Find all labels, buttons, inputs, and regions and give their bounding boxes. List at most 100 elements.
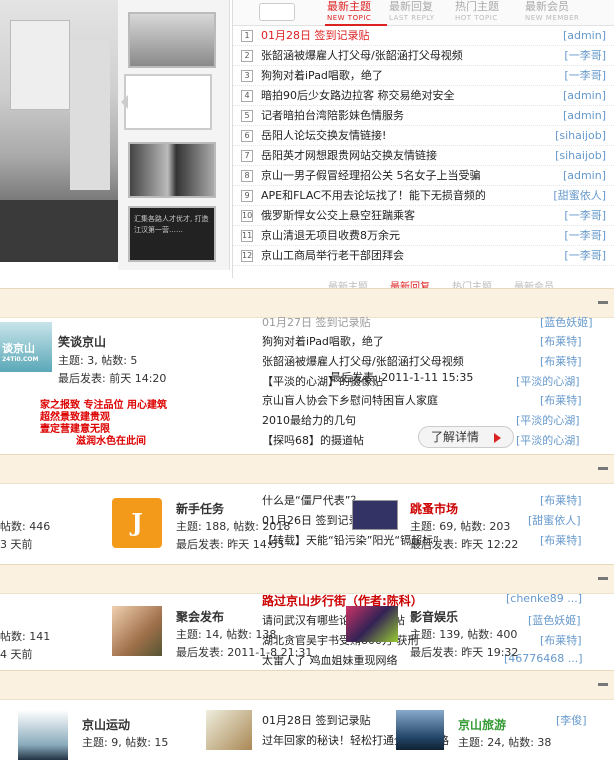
author-link[interactable]: [admin] — [563, 86, 606, 106]
forum-name[interactable]: 京山运动 — [82, 716, 130, 733]
button-label: 了解详情 — [431, 430, 480, 444]
forum-name[interactable]: 聚会发布 — [176, 608, 224, 625]
overlay-topic[interactable]: 路过京山步行街（作者:陈科） — [262, 592, 423, 609]
tab-new-member[interactable]: 最新会员 NEW MEMBER — [523, 0, 585, 26]
forum-icon[interactable]: J — [112, 498, 162, 548]
list-item[interactable]: 2 张韶涵被爆雇人打父母/张韶涵打父母视频 [一李哥] — [233, 46, 614, 66]
overlay-topic[interactable]: 【探吗68】的摄道帖 — [262, 432, 364, 448]
section-header[interactable] — [0, 670, 614, 700]
list-item[interactable]: 10 俄罗斯悍女公交上悬空狂踹乘客 [一李哥] — [233, 206, 614, 226]
list-item[interactable]: 8 京山一男子假冒经理招公关 5名女子上当受骗 [admin] — [233, 166, 614, 186]
topic-link[interactable]: 京山清退无项目收费8万余元 — [261, 226, 531, 246]
forum-icon[interactable] — [206, 710, 252, 750]
topic-link[interactable]: 张韶涵被爆雇人打父母/张韶涵打父母视频 — [261, 46, 531, 66]
forum-logo[interactable]: 谈京山 24Ti0.COM — [0, 322, 52, 372]
author-link[interactable]: [admin] — [563, 26, 606, 46]
slogan-line: 滋润水色在此间 — [76, 436, 146, 447]
overlay-topic[interactable]: 张韶涵被爆雇人打父母/张韶涵打父母视频 — [262, 353, 464, 369]
forum-icon[interactable] — [346, 606, 398, 642]
overlay-author[interactable]: [布莱特] — [540, 353, 582, 369]
forum-name[interactable]: 笑谈京山 — [58, 333, 106, 350]
collapse-icon[interactable] — [598, 467, 608, 470]
list-item[interactable]: 11 京山清退无项目收费8万余元 [一李哥] — [233, 226, 614, 246]
overlay-author[interactable]: [布莱特] — [540, 492, 582, 508]
thumbnail-4[interactable]: 汇集各路人才优才, 打造江汉第一营…… — [128, 206, 216, 262]
list-item[interactable]: 7 岳阳英才网想跟贵网站交换友情链接 [sihaijob] — [233, 146, 614, 166]
overlay-topic[interactable]: 2010最给力的几句 — [262, 412, 356, 428]
overlay-author[interactable]: [平淡的心湖] — [516, 373, 580, 389]
list-item[interactable]: 4 暗拍90后少女路边拉客 称交易绝对安全 [admin] — [233, 86, 614, 106]
tab-new-topic[interactable]: 最新主题 NEW TOPIC — [325, 0, 387, 26]
author-link[interactable]: [一李哥] — [564, 226, 606, 246]
topic-link[interactable]: 记者暗拍台湾陪影妹色情服务 — [261, 106, 531, 126]
author-link[interactable]: [一李哥] — [564, 246, 606, 266]
forum-name[interactable]: 跳蚤市场 — [410, 500, 458, 517]
author-link[interactable]: [admin] — [563, 106, 606, 126]
topic-link[interactable]: 狗狗对着iPad唱歌，绝了 — [261, 66, 531, 86]
overlay-topic[interactable]: 01月27日 签到记录贴 — [262, 314, 371, 330]
overlay-author[interactable]: [布莱特] — [540, 333, 582, 349]
author-link[interactable]: [sihaijob] — [555, 146, 606, 166]
collapse-icon[interactable] — [598, 301, 608, 304]
list-item[interactable]: 12 京山工商局举行老干部团拜会 [一李哥] — [233, 246, 614, 266]
play-arrow-icon — [494, 433, 501, 443]
topic-link[interactable]: 01月28日 签到记录贴 — [261, 26, 531, 46]
forum-icon[interactable] — [396, 710, 444, 750]
topic-link[interactable]: 岳阳英才网想跟贵网站交换友情链接 — [261, 146, 531, 166]
topic-link[interactable]: 京山工商局举行老干部团拜会 — [261, 246, 531, 266]
list-item[interactable]: 5 记者暗拍台湾陪影妹色情服务 [admin] — [233, 106, 614, 126]
collapse-icon[interactable] — [598, 683, 608, 686]
overlay-author[interactable]: [平淡的心湖] — [516, 412, 580, 428]
overlay-author[interactable]: [chenke89 ...] — [506, 592, 582, 605]
more-details-button[interactable]: 了解详情 — [418, 426, 514, 448]
overlay-topic[interactable]: 京山盲人协会下乡慰问特困盲人家庭 — [262, 392, 438, 408]
list-item[interactable]: 1 01月28日 签到记录贴 [admin] — [233, 26, 614, 46]
overlay-topic[interactable]: 太雷人了 鸡血姐妹重现网络 — [262, 652, 398, 668]
overlay-author[interactable]: [蓝色妖姬] — [540, 314, 593, 330]
author-link[interactable]: [一李哥] — [564, 206, 606, 226]
tab-last-reply[interactable]: 最新回复 LAST REPLY — [387, 0, 449, 26]
section-header[interactable] — [0, 454, 614, 484]
list-item[interactable]: 9 APE和FLAC不用去论坛找了！能下无损音频的 [甜蜜依人] — [233, 186, 614, 206]
logo-text: 谈京山 — [2, 342, 35, 355]
overlay-topic[interactable]: 什么是“僵尸代表”？ — [262, 492, 361, 508]
ad-slogan[interactable]: 家之报致 专注品位 用心建筑 超然景致建贵观 壹定营建意无限 滋润水色在此间 — [40, 400, 167, 448]
author-link[interactable]: [sihaijob] — [555, 126, 606, 146]
tab-sublabel: LAST REPLY — [389, 14, 435, 22]
tab-label: 最新回复 — [389, 0, 433, 13]
overlay-author[interactable]: [布莱特] — [540, 532, 582, 548]
collapse-icon[interactable] — [598, 577, 608, 580]
overlay-author[interactable]: [平淡的心湖] — [516, 432, 580, 448]
tab-hot-topic[interactable]: 热门主题 HOT TOPIC — [453, 0, 515, 26]
topic-link[interactable]: APE和FLAC不用去论坛找了！能下无损音频的 — [261, 186, 531, 206]
forum-icon[interactable] — [18, 710, 68, 760]
topic-link[interactable]: 暗拍90后少女路边拉客 称交易绝对安全 — [261, 86, 531, 106]
author-link[interactable]: [admin] — [563, 166, 606, 186]
overlay-author[interactable]: [布莱特] — [540, 392, 582, 408]
forum-name[interactable]: 京山旅游 — [458, 716, 506, 733]
featured-photo[interactable] — [0, 0, 118, 262]
topic-link[interactable]: 俄罗斯悍女公交上悬空狂踹乘客 — [261, 206, 531, 226]
author-link[interactable]: [甜蜜依人] — [553, 186, 606, 206]
overlay-author[interactable]: [李俊] — [556, 712, 587, 728]
overlay-author[interactable]: [布莱特] — [540, 632, 582, 648]
overlay-author[interactable]: [甜蜜依人] — [528, 512, 581, 528]
list-item[interactable]: 3 狗狗对着iPad唱歌，绝了 [一李哥] — [233, 66, 614, 86]
rank-badge: 4 — [241, 90, 253, 102]
forum-icon[interactable] — [112, 606, 162, 656]
forum-icon[interactable] — [352, 500, 398, 530]
overlay-topic[interactable]: 狗狗对着iPad唱歌，绝了 — [262, 333, 384, 349]
topic-link[interactable]: 京山一男子假冒经理招公关 5名女子上当受骗 — [261, 166, 531, 186]
topic-link[interactable]: 岳阳人论坛交换友情链接! — [261, 126, 531, 146]
overlay-topic[interactable]: 01月28日 签到记录贴 — [262, 712, 371, 728]
forum-name[interactable]: 新手任务 — [176, 500, 224, 517]
forum-name[interactable]: 影音娱乐 — [410, 608, 458, 625]
section-header[interactable] — [0, 564, 614, 594]
thumbnail-3[interactable] — [128, 142, 216, 198]
author-link[interactable]: [一李哥] — [564, 46, 606, 66]
list-item[interactable]: 6 岳阳人论坛交换友情链接! [sihaijob] — [233, 126, 614, 146]
overlay-author[interactable]: [蓝色妖姬] — [528, 612, 581, 628]
thumbnail-1[interactable] — [128, 12, 216, 68]
author-link[interactable]: [一李哥] — [564, 66, 606, 86]
thumbnail-2[interactable]: 京山人门 — [124, 74, 212, 130]
